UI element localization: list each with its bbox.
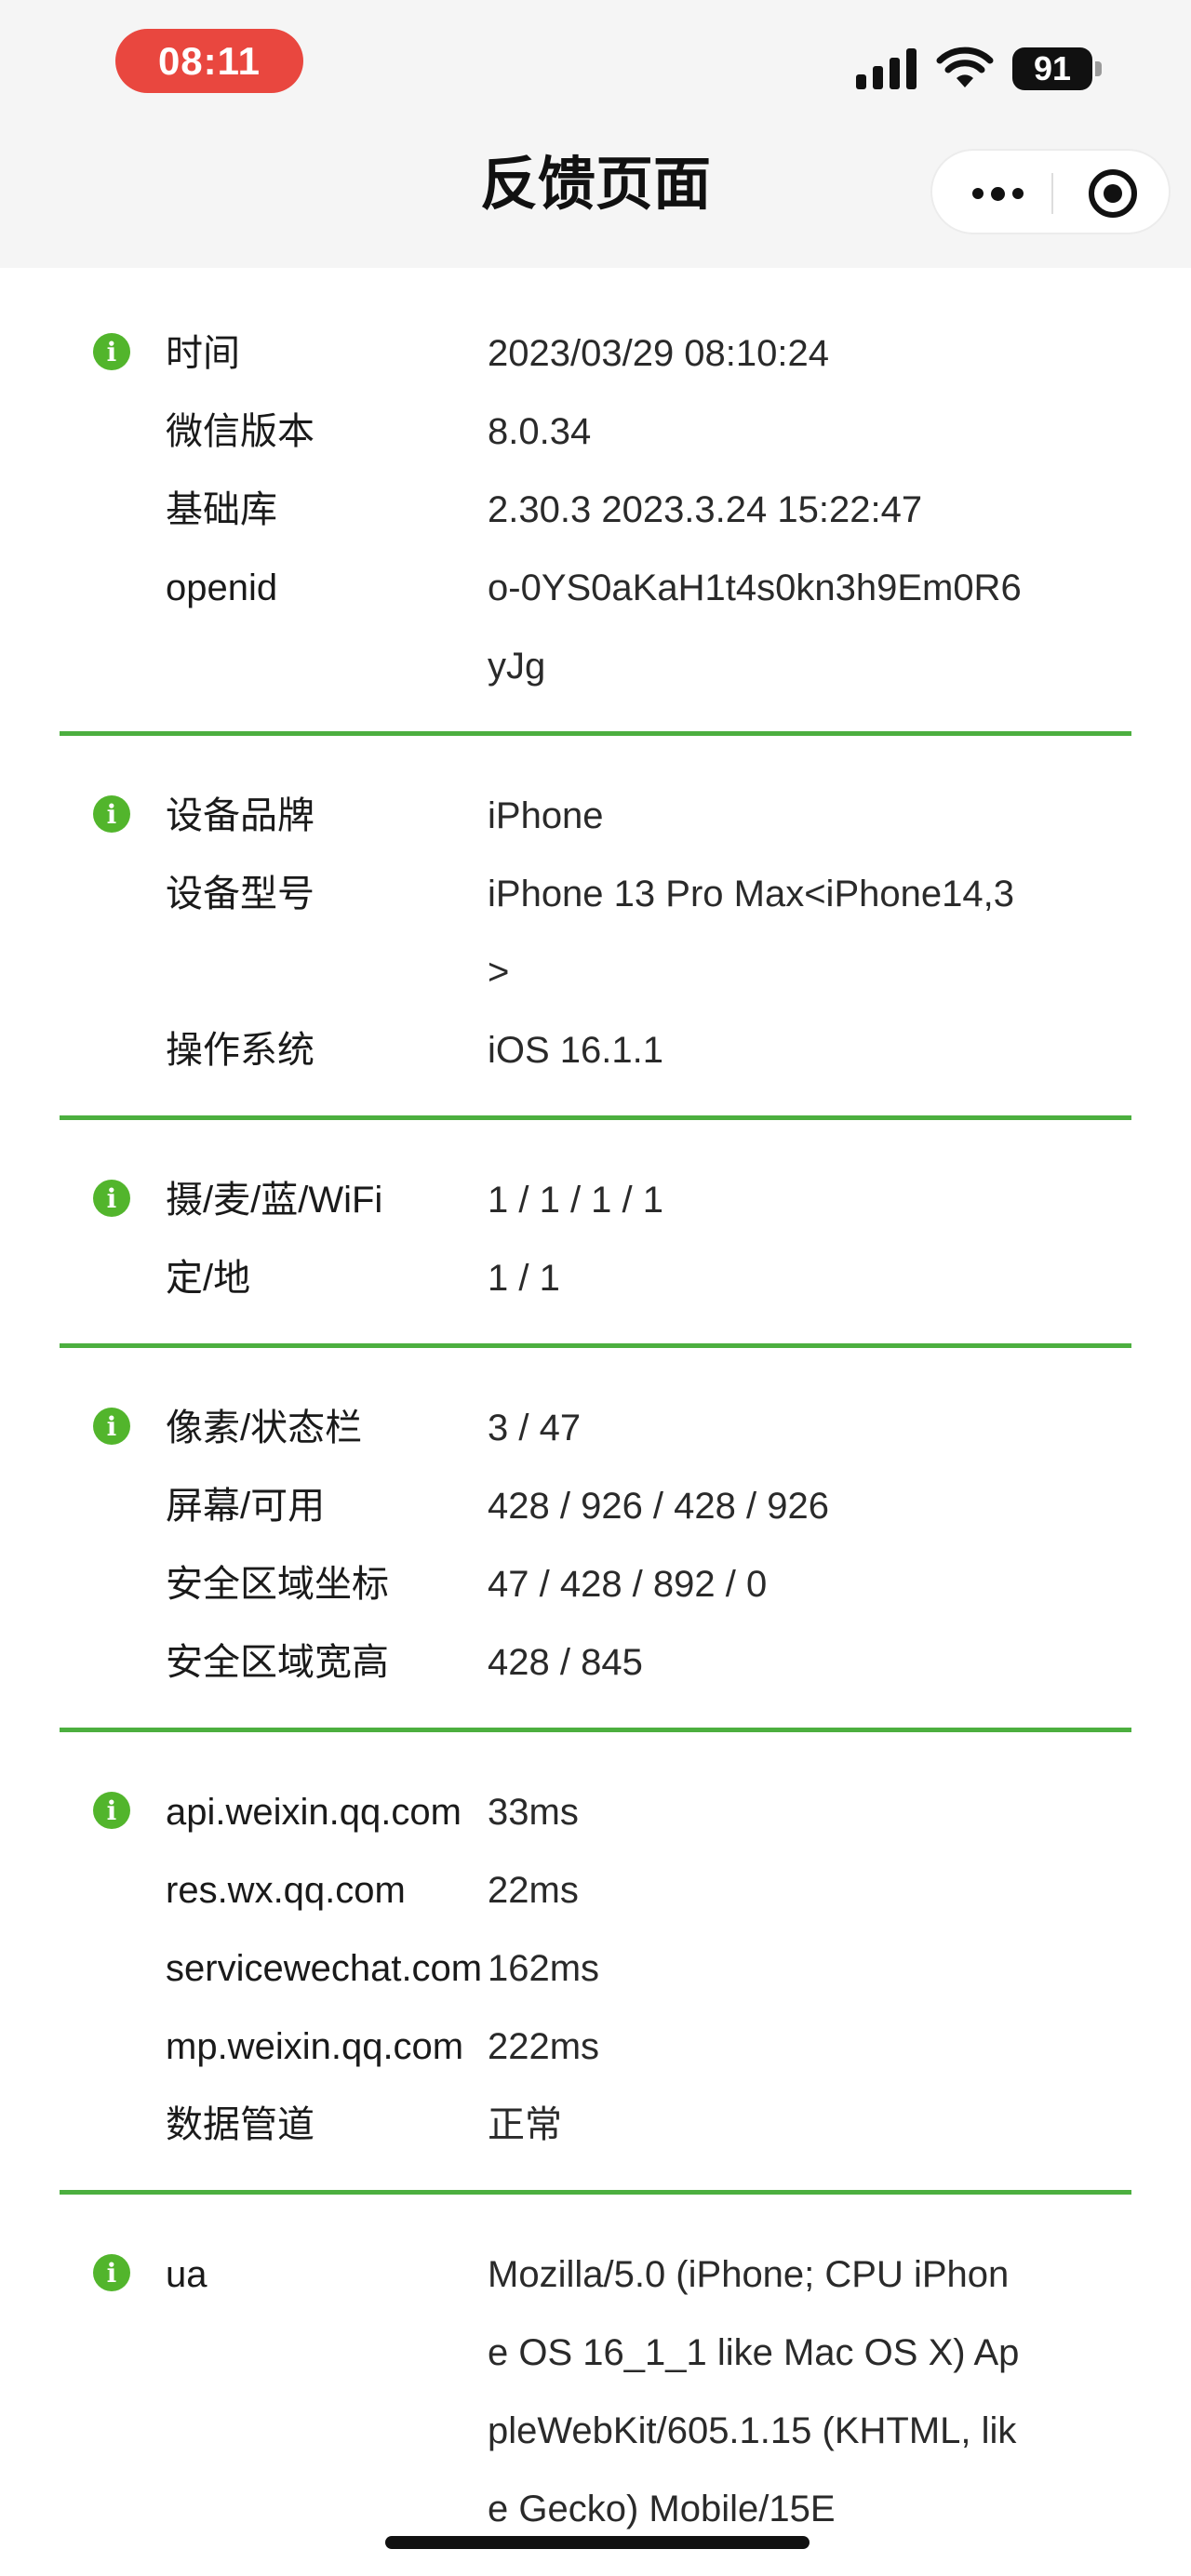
info-row: 像素/状态栏 3 / 47	[60, 1389, 1131, 1467]
info-icon: i	[93, 1408, 130, 1445]
info-row: 安全区域坐标 47 / 428 / 892 / 0	[60, 1545, 1131, 1623]
info-row-label: res.wx.qq.com	[166, 1870, 406, 1911]
capsule-divider	[1051, 173, 1053, 214]
info-row: res.wx.qq.com 22ms	[60, 1851, 1131, 1929]
info-row-label: 屏幕/可用	[166, 1486, 326, 1527]
info-row-value: 47 / 428 / 892 / 0	[488, 1564, 768, 1605]
info-row: 时间 2023/03/29 08:10:24	[60, 314, 1131, 393]
info-row: servicewechat.com 162ms	[60, 1929, 1131, 2008]
info-row-value: 1 / 1	[488, 1258, 560, 1299]
capsule-menu	[930, 149, 1171, 234]
info-row-value: 22ms	[488, 1870, 579, 1911]
info-row-label: servicewechat.com	[166, 1948, 483, 1989]
status-time: 08:11	[115, 29, 303, 93]
info-row: 定/地 1 / 1	[60, 1239, 1131, 1317]
info-row: api.weixin.qq.com 33ms	[60, 1773, 1131, 1851]
info-row: 设备品牌 iPhone	[60, 777, 1131, 855]
info-row-value: 8.0.34	[488, 411, 592, 452]
home-indicator[interactable]	[385, 2536, 810, 2549]
info-row-label: 设备型号	[166, 874, 314, 914]
info-row-value: 222ms	[488, 2026, 600, 2067]
info-row-value: o-0YS0aKaH1t4s0kn3h9Em0R6yJg	[488, 567, 1022, 687]
info-row-value: 2023/03/29 08:10:24	[488, 333, 830, 374]
info-icon: i	[93, 795, 130, 833]
info-section-ua: i ua Mozilla/5.0 (iPhone; CPU iPhone OS …	[60, 2195, 1131, 2574]
info-row-value: iPhone 13 Pro Max<iPhone14,3>	[488, 874, 1014, 993]
info-section-screen: i 像素/状态栏 3 / 47 屏幕/可用 428 / 926 / 428 / …	[60, 1348, 1131, 1732]
info-row: mp.weixin.qq.com 222ms	[60, 2008, 1131, 2086]
more-dots-icon[interactable]	[964, 171, 1031, 216]
info-row-label: 安全区域坐标	[166, 1564, 389, 1605]
info-section-permissions: i 摄/麦/蓝/WiFi 1 / 1 / 1 / 1 定/地 1 / 1	[60, 1120, 1131, 1348]
info-row-label: openid	[166, 567, 278, 608]
info-icon: i	[93, 333, 130, 370]
info-row-value: 2.30.3 2023.3.24 15:22:47	[488, 489, 923, 530]
info-icon: i	[93, 1180, 130, 1217]
info-row: 设备型号 iPhone 13 Pro Max<iPhone14,3>	[60, 855, 1131, 1011]
info-row-value: 3 / 47	[488, 1408, 582, 1448]
info-row: 基础库 2.30.3 2023.3.24 15:22:47	[60, 471, 1131, 549]
info-row: openid o-0YS0aKaH1t4s0kn3h9Em0R6yJg	[60, 549, 1131, 705]
info-row-value: 33ms	[488, 1792, 579, 1833]
info-row: 安全区域宽高 428 / 845	[60, 1623, 1131, 1702]
info-row-label: 定/地	[166, 1258, 251, 1299]
cellular-signal-icon	[856, 48, 917, 89]
battery-tip	[1095, 61, 1102, 76]
page-title: 反馈页面	[479, 153, 711, 217]
info-row-value: iPhone	[488, 795, 604, 836]
info-section-network: i api.weixin.qq.com 33ms res.wx.qq.com 2…	[60, 1732, 1131, 2195]
info-row-label: 安全区域宽高	[166, 1642, 389, 1683]
info-section-basic: i 时间 2023/03/29 08:10:24 微信版本 8.0.34 基础库…	[60, 314, 1131, 736]
info-row-label: mp.weixin.qq.com	[166, 2026, 464, 2067]
info-row-label: 数据管道	[166, 2104, 314, 2145]
feedback-content: i 时间 2023/03/29 08:10:24 微信版本 8.0.34 基础库…	[0, 314, 1191, 2574]
battery-icon: 91	[1012, 47, 1102, 90]
info-row: 数据管道 正常	[60, 2086, 1131, 2164]
info-section-device: i 设备品牌 iPhone 设备型号 iPhone 13 Pro Max<iPh…	[60, 736, 1131, 1120]
info-row-value: iOS 16.1.1	[488, 1030, 664, 1071]
info-row-value: Mozilla/5.0 (iPhone; CPU iPhone OS 16_1_…	[488, 2254, 1020, 2529]
info-icon: i	[93, 1792, 130, 1829]
top-bar: 08:11 91 反馈页面	[0, 0, 1191, 268]
info-row-value: 正常	[488, 2104, 562, 2145]
info-row: 操作系统 iOS 16.1.1	[60, 1011, 1131, 1089]
info-row: 屏幕/可用 428 / 926 / 428 / 926	[60, 1467, 1131, 1545]
wifi-icon	[936, 47, 994, 87]
close-circle-icon[interactable]	[1089, 169, 1137, 218]
info-row-label: 操作系统	[166, 1030, 314, 1071]
info-icon: i	[93, 2254, 130, 2291]
info-row-label: 基础库	[166, 489, 277, 530]
info-row-value: 428 / 845	[488, 1642, 643, 1683]
info-row-value: 1 / 1 / 1 / 1	[488, 1180, 664, 1221]
info-row: 微信版本 8.0.34	[60, 393, 1131, 471]
info-row: 摄/麦/蓝/WiFi 1 / 1 / 1 / 1	[60, 1161, 1131, 1239]
info-row-label: 微信版本	[166, 411, 314, 452]
info-row-value: 428 / 926 / 428 / 926	[488, 1486, 829, 1527]
battery-level: 91	[1012, 47, 1092, 90]
info-row: ua Mozilla/5.0 (iPhone; CPU iPhone OS 16…	[60, 2236, 1131, 2548]
info-row-value: 162ms	[488, 1948, 600, 1989]
